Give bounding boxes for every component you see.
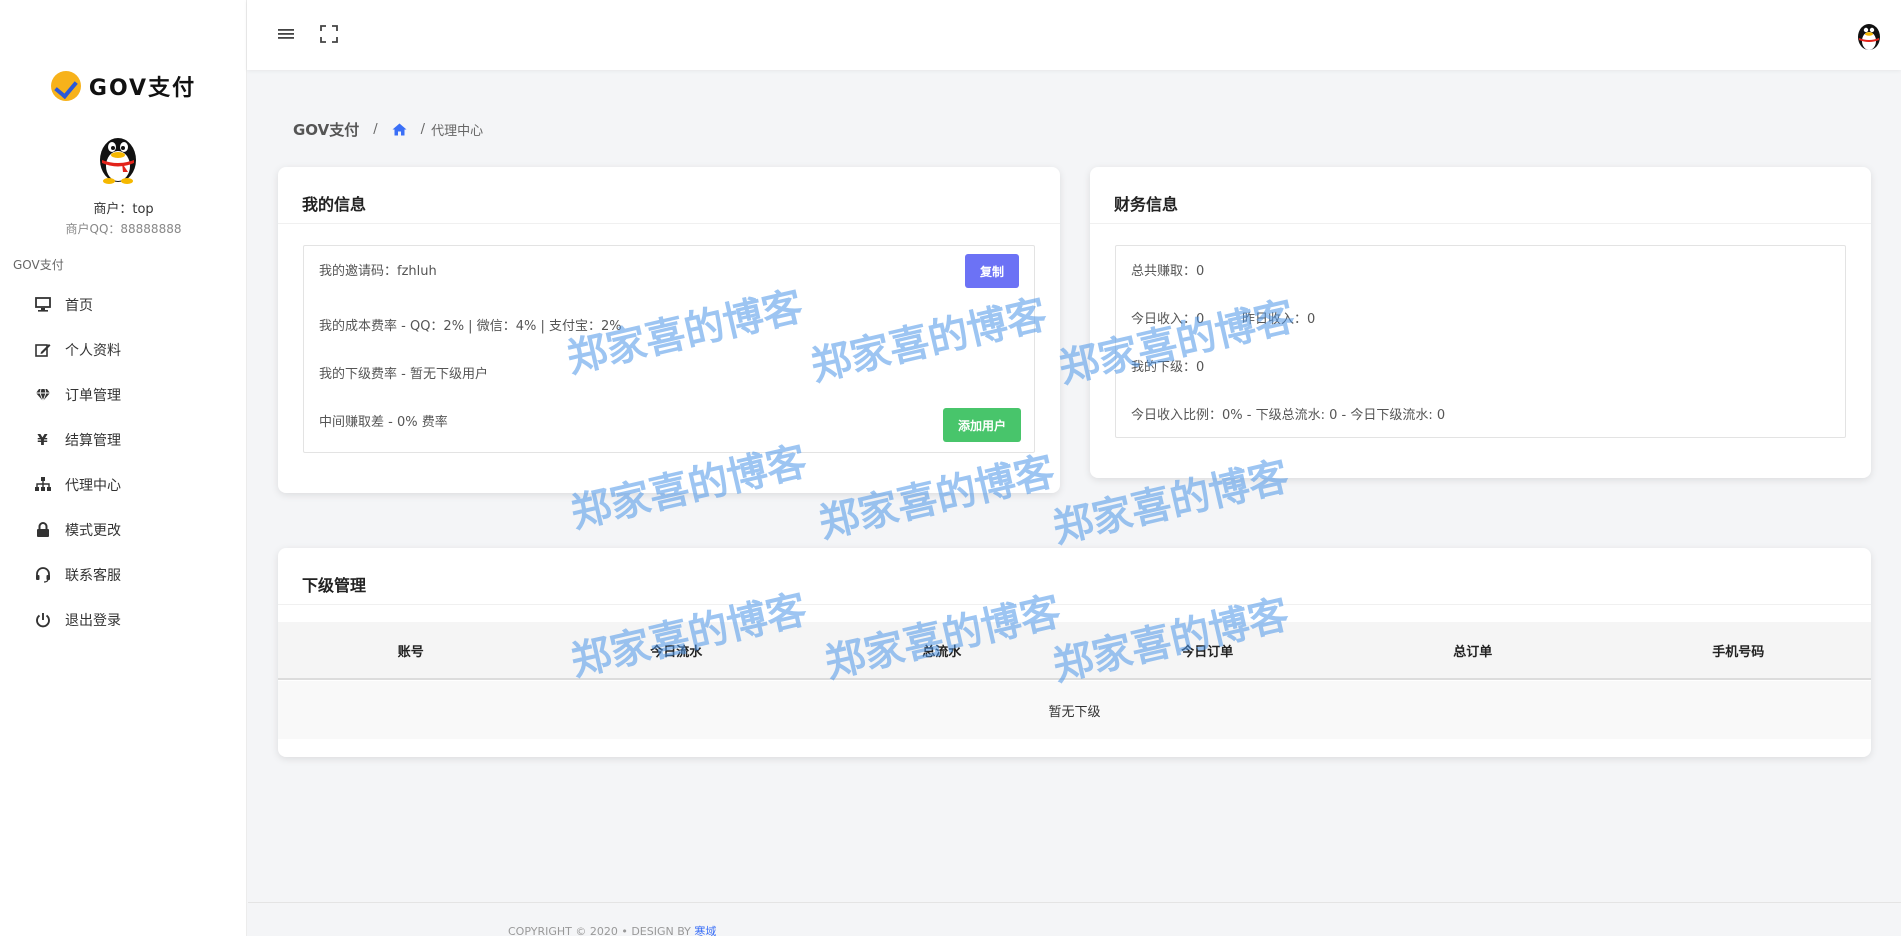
merchant-name: 商户：top <box>93 202 154 217</box>
footer: COPYRIGHT © 2020 • DESIGN BY 寒域 <box>248 902 1901 936</box>
sidebar-item-label: 联系客服 <box>65 567 121 584</box>
nav-section-label: GOV支付 <box>13 258 64 272</box>
sidebar-item-label: 首页 <box>65 297 93 314</box>
sidebar-item-settlement[interactable]: ¥ 结算管理 <box>0 417 247 462</box>
column-header[interactable]: 总流水 <box>809 641 1075 660</box>
card-title: 下级管理 <box>302 576 367 595</box>
copy-button[interactable]: 复制 <box>965 254 1019 288</box>
sidebar-item-agent-center[interactable]: 代理中心 <box>0 462 247 507</box>
breadcrumb-brand[interactable]: GOV支付 <box>293 119 359 140</box>
headset-icon <box>34 566 51 583</box>
edit-icon <box>34 341 51 358</box>
sub-management-card: 下级管理 账号 今日流水 总流水 今日订单 总订单 手机号码 暂无下级 <box>278 548 1871 757</box>
logo-icon <box>50 71 81 101</box>
breadcrumb: GOV支付 / / 代理中心 <box>293 119 483 140</box>
column-header[interactable]: 总订单 <box>1340 641 1606 660</box>
sidebar-item-orders[interactable]: 订单管理 <box>0 372 247 417</box>
sidebar-item-mode-change[interactable]: 模式更改 <box>0 507 247 552</box>
lock-icon <box>34 521 51 538</box>
sub-rate: 我的下级费率 - 暂无下级用户 <box>319 367 488 382</box>
logo-text: GOV支付 <box>88 76 197 101</box>
sidebar: GOV支付 商户：top 商户QQ：88888888 GOV支付 首页 个人资料 <box>0 0 247 936</box>
divider <box>278 604 1871 605</box>
sidebar-item-label: 模式更改 <box>65 522 121 539</box>
subordinate-count: 我的下级：0 <box>1131 360 1205 375</box>
divider <box>1090 223 1871 224</box>
footer-text: COPYRIGHT © 2020 • DESIGN BY <box>508 925 691 936</box>
card-title: 财务信息 <box>1114 195 1179 214</box>
income-ratio: 今日收入比例：0% - 下级总流水: 0 - 今日下级流水: 0 <box>1131 408 1446 423</box>
diamond-icon <box>34 386 51 403</box>
margin-rate: 中间赚取差 - 0% 费率 <box>319 415 448 430</box>
finance-box: 总共赚取：0 今日收入：0 昨日收入：0 我的下级：0 今日收入比例：0% - … <box>1115 245 1846 438</box>
yesterday-income: 昨日收入：0 <box>1242 312 1316 327</box>
fullscreen-icon[interactable] <box>320 25 338 43</box>
logo[interactable]: GOV支付 <box>0 70 247 102</box>
card-title: 我的信息 <box>302 195 367 214</box>
sidebar-item-label: 订单管理 <box>65 387 121 404</box>
topbar <box>247 0 1901 70</box>
sidebar-item-home[interactable]: 首页 <box>0 282 247 327</box>
sidebar-nav: 首页 个人资料 订单管理 ¥ 结算管理 代理中心 模式更改 联系客服 退出登录 <box>0 282 247 642</box>
power-icon <box>34 611 51 628</box>
sidebar-item-profile[interactable]: 个人资料 <box>0 327 247 372</box>
sidebar-item-label: 个人资料 <box>65 342 121 359</box>
breadcrumb-separator: / <box>420 122 426 137</box>
monitor-icon <box>34 296 51 313</box>
merchant-qq: 商户QQ：88888888 <box>65 222 182 236</box>
table-header: 账号 今日流水 总流水 今日订单 总订单 手机号码 <box>278 622 1871 680</box>
sidebar-item-label: 结算管理 <box>65 432 121 449</box>
empty-row: 暂无下级 <box>278 681 1871 739</box>
total-earned: 总共赚取：0 <box>1131 264 1205 279</box>
sidebar-item-label: 退出登录 <box>65 612 121 629</box>
footer-copyright: COPYRIGHT © 2020 • DESIGN BY 寒域 <box>508 923 716 936</box>
add-user-button[interactable]: 添加用户 <box>943 408 1021 442</box>
cost-rate: 我的成本费率 - QQ：2% | 微信：4% | 支付宝：2% <box>319 319 622 334</box>
my-info-card: 我的信息 我的邀请码：fzhluh 复制 我的成本费率 - QQ：2% | 微信… <box>278 167 1060 493</box>
column-header[interactable]: 手机号码 <box>1606 641 1872 660</box>
yen-icon: ¥ <box>37 430 48 449</box>
qq-penguin-avatar <box>100 138 136 184</box>
menu-toggle-icon[interactable] <box>277 25 295 43</box>
my-info-box: 我的邀请码：fzhluh 复制 我的成本费率 - QQ：2% | 微信：4% |… <box>303 245 1035 453</box>
finance-card: 财务信息 总共赚取：0 今日收入：0 昨日收入：0 我的下级：0 今日收入比例：… <box>1090 167 1871 478</box>
sidebar-item-logout[interactable]: 退出登录 <box>0 597 247 642</box>
breadcrumb-current: 代理中心 <box>431 124 484 139</box>
footer-designer-link[interactable]: 寒域 <box>694 925 716 936</box>
home-icon[interactable] <box>392 123 407 136</box>
sidebar-item-label: 代理中心 <box>65 477 121 494</box>
today-income: 今日收入：0 <box>1131 312 1205 327</box>
column-header[interactable]: 今日订单 <box>1075 641 1341 660</box>
user-avatar[interactable] <box>1855 19 1883 51</box>
invite-code: 我的邀请码：fzhluh <box>319 264 437 279</box>
sidebar-item-support[interactable]: 联系客服 <box>0 552 247 597</box>
sitemap-icon <box>34 476 51 493</box>
column-header[interactable]: 今日流水 <box>544 641 810 660</box>
divider <box>278 223 1060 224</box>
breadcrumb-separator: / <box>373 122 378 137</box>
column-header[interactable]: 账号 <box>278 641 544 660</box>
